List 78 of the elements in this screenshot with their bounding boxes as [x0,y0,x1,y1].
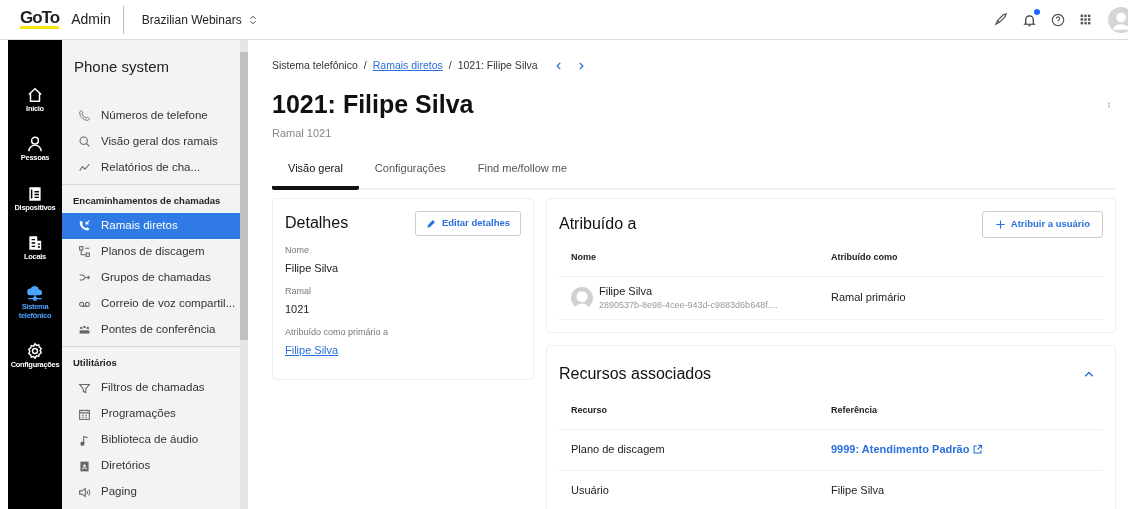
sidebar-title: Phone system [73,57,171,77]
field-value: 1021 [285,302,310,317]
assign-user-button[interactable]: Atribuir a usuário [981,211,1103,238]
column-header: Recurso [571,404,608,418]
music-note-icon [78,433,91,447]
reference-link[interactable]: 9999: Atendimento Padrão [831,441,984,458]
column-header: Referência [831,404,879,418]
sidebar-item[interactable]: Paging [62,479,240,505]
sidebar-item[interactable]: Biblioteca de áudio [62,427,240,453]
page-subtitle: Ramal 1021 [272,126,333,142]
sidebar-item[interactable]: Filtros de chamadas [62,375,240,401]
field-label: Ramal [285,284,312,298]
phone-icon [78,109,91,122]
incoming-call-icon [78,219,91,233]
tab[interactable]: Configurações [358,153,462,191]
trend-line-icon [78,161,91,174]
apps-grid-icon[interactable] [1079,13,1092,26]
card-title: Atribuído a [559,214,637,235]
people-icon [78,323,91,337]
sidebar-item[interactable]: Programações [62,401,240,427]
filter-icon [78,381,91,395]
building-icon [26,234,44,253]
devices-icon [26,184,44,203]
page-title: 1021: Filipe Silva [272,88,474,120]
breadcrumb-item: 1021: Filipe Silva [457,58,538,73]
section-heading: Utilitários [72,355,118,370]
scrollbar[interactable] [240,40,248,509]
address-book-icon [78,459,91,473]
search-icon [78,135,91,148]
pencil-icon [425,217,437,229]
breadcrumb-item: Sistema telefônico [272,58,358,73]
table-cell-text: Plano de discagem [571,442,666,458]
table-cell: Filipe Silva [831,484,885,497]
chevron-up-down-icon [247,13,258,26]
breadcrumb-link[interactable]: Ramais diretos [372,58,443,74]
sidebar-item[interactable]: Correio de voz compartil... [62,290,240,317]
breadcrumb-separator: / [363,58,367,73]
sidebar-item[interactable]: Relatórios de cha... [62,154,240,181]
sidebar-item[interactable]: Diretórios [62,453,240,479]
plus-icon [994,218,1006,230]
app-name: Admin [71,5,124,34]
user-link[interactable]: Filipe Silva [285,342,339,359]
home-icon [26,86,44,104]
logo[interactable]: GoTo [20,10,60,29]
person-icon [26,135,44,154]
table-cell-text: Ramal primário [831,290,907,306]
cloud-phone-icon [26,283,44,302]
field-value: Filipe Silva [285,261,339,276]
tab[interactable]: Find me/follow me [461,153,584,191]
sidebar-item[interactable]: Pontes de conferência [62,316,240,343]
notifications-button[interactable] [1022,10,1037,29]
breadcrumb-separator: / [448,58,452,73]
field-label: Nome [285,243,310,257]
external-link-icon [972,444,984,455]
edit-details-button[interactable]: Editar detalhes [414,211,521,236]
speaker-icon [78,485,91,499]
avatar-icon [571,286,593,309]
sidebar-item[interactable]: Planos de discagem [62,238,240,265]
table-cell-text: Usuário [571,483,610,499]
column-header: Atribuído como [831,251,899,265]
settings-icon [26,342,44,361]
sidebar-item[interactable]: Visão geral dos ramais [62,128,240,155]
field-label: Atribuído como primário a [285,325,390,339]
user-name: Filipe Silva [599,283,654,299]
sidebar-item[interactable]: Números de telefone [62,102,240,129]
column-header: Nome [571,251,597,265]
bell-icon [1022,12,1037,28]
account-switcher[interactable]: Brazilian Webinars [141,10,258,29]
help-icon[interactable] [1051,12,1065,27]
calendar-icon [78,407,91,421]
card-title: Recursos associados [559,363,712,384]
sidebar-item[interactable]: Grupos de chamadas [62,264,240,291]
card-title: Detalhes [285,213,349,234]
user-id: 2890537b-8e98-4cee-943d-c9883d6b648f.... [599,299,778,312]
tab[interactable]: Visão geral [272,153,359,191]
flow-tree-icon [78,245,91,259]
section-heading: Encaminhamentos de chamadas [72,193,222,208]
sidebar-item[interactable]: Ramais diretos [62,212,240,239]
